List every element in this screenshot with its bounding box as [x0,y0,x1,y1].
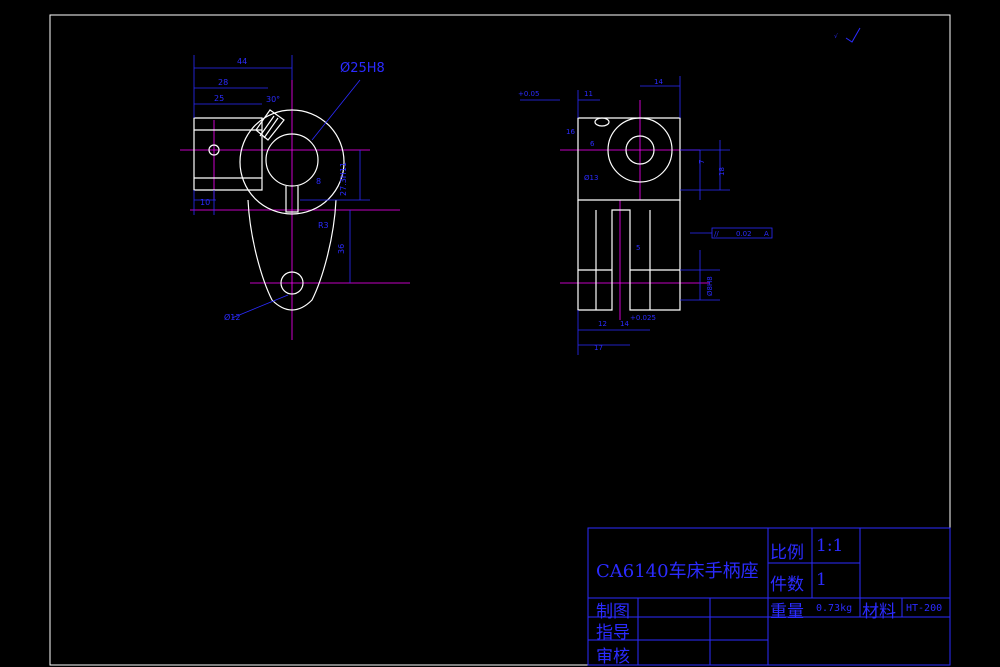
dim-36: 36 [337,244,346,254]
cad-drawing: √ 44 28 25 30° Ø25H8 10 27.3H11 8 R3 36 … [49,14,951,666]
dim-angle-30: 30° [266,95,280,104]
dim-44: 44 [237,57,247,66]
dim-bore: Ø25H8 [340,61,385,76]
weight-value: 0.73kg [816,603,853,614]
material-label: 材料 [862,602,896,622]
scale-label: 比例 [770,543,804,563]
svg-text:√: √ [834,33,838,40]
side-dim-16: 16 [566,128,575,136]
qty-label: 件数 [770,575,804,595]
tol-frame-datum: A [764,230,769,238]
dim-8: 8 [316,177,321,186]
side-dim-18: 18 [718,167,726,176]
side-dim-7: 7 [698,160,706,164]
side-dim-17: 17 [594,344,603,352]
dim-d12: Ø12 [224,312,240,322]
side-dim-tol-top: +0.05 [518,90,539,98]
side-dim-6: 6 [590,140,595,148]
guide-label: 指导 [596,623,630,643]
side-dim-14: 14 [654,78,663,86]
check-label: 审核 [596,647,630,667]
dim-27: 27.3H11 [339,162,348,196]
dim-10: 10 [200,198,210,207]
scale-value: 1:1 [816,536,844,556]
side-centerlines [560,100,710,320]
side-dim-5: 5 [636,244,640,252]
material-value: HT-200 [906,603,943,614]
drawing-frame [49,14,951,666]
side-dim-14b: 14 [620,320,629,328]
dim-28: 28 [218,78,228,87]
side-dim-tol: +0.025 [630,314,656,322]
qty-value: 1 [816,570,827,590]
side-dim-fit: Ø8H8 [706,276,714,296]
tol-frame-sym: // [714,230,719,238]
roughness-mark: √ [834,27,861,43]
front-centerlines [180,80,410,340]
side-dim-11: 11 [584,90,593,98]
side-dim-12: 12 [598,320,607,328]
side-dim-d13: Ø13 [584,174,598,182]
front-view: 44 28 25 30° Ø25H8 10 27.3H11 8 R3 36 Ø1… [180,55,410,340]
side-view: 14 11 +0.05 18 7 6 Ø13 12 14 +0.025 17 Ø… [518,76,773,355]
dim-r3: R3 [318,221,329,230]
dim-25: 25 [214,94,224,103]
weight-label: 重量 [770,602,804,622]
part-name: CA6140车床手柄座 [596,561,759,582]
tol-frame-val: 0.02 [736,230,752,238]
